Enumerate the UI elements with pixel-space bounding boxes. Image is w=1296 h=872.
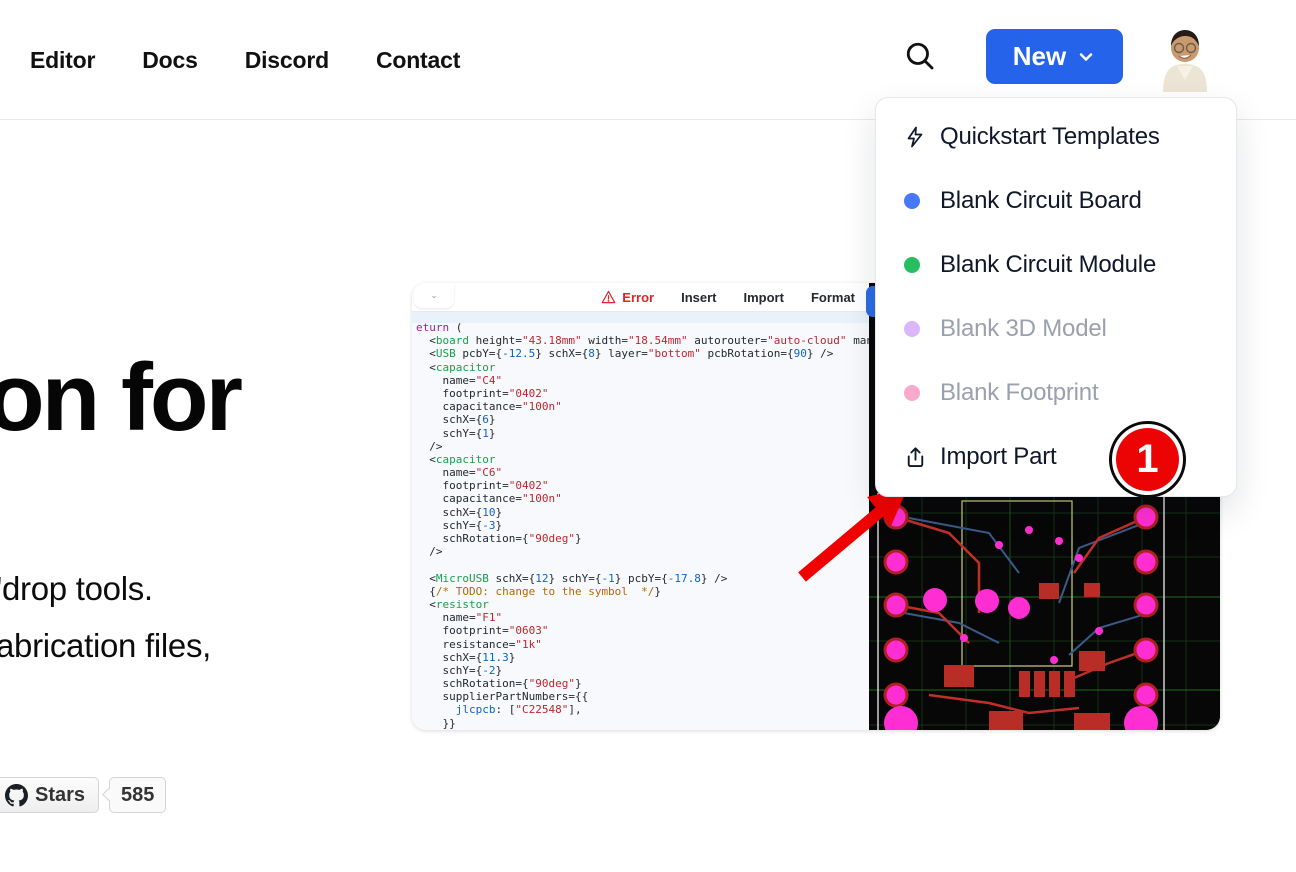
color-dot-icon (904, 257, 920, 273)
code-line: footprint="0603" (416, 624, 869, 637)
search-icon (903, 39, 937, 73)
editor-toolbar: Error Insert Import Format (412, 283, 869, 312)
insert-menu[interactable]: Insert (681, 290, 716, 305)
nav-link-contact[interactable]: Contact (376, 47, 460, 74)
code-line: {/* TODO: change to the symbol */} (416, 585, 869, 598)
code-line: schX={6} (416, 413, 869, 426)
menu-item-label: Import Part (940, 443, 1057, 471)
stars-label: Stars (35, 784, 85, 807)
chevron-down-icon (1076, 47, 1096, 67)
hero-body-line-2: abrication files, (0, 617, 211, 674)
menu-item-quickstart-templates[interactable]: Quickstart Templates (876, 105, 1236, 169)
hero-body-line-1: 'drop tools. (0, 560, 211, 617)
nav-link-discord[interactable]: Discord (245, 47, 329, 74)
code-line: jlcpcb: ["C22548"], (416, 703, 869, 716)
menu-item-blank-3d-model[interactable]: Blank 3D Model (876, 297, 1236, 361)
code-line: name="C4" (416, 374, 869, 387)
new-button[interactable]: New (986, 29, 1123, 84)
code-line: capacitance="100n" (416, 400, 869, 413)
code-line: schY={1} (416, 427, 869, 440)
hero-body-text: 'drop tools. abrication files, (0, 560, 211, 674)
code-line: /> (416, 440, 869, 453)
user-avatar[interactable] (1155, 24, 1215, 92)
avatar-photo (1155, 24, 1215, 92)
code-line: resistance="1k" (416, 638, 869, 651)
hero-heading-fragment: on for (0, 348, 240, 449)
error-indicator[interactable]: Error (601, 290, 654, 305)
nav-link-editor[interactable]: Editor (30, 47, 95, 74)
github-octocat-icon (5, 784, 28, 807)
code-line: }} (416, 717, 869, 730)
new-dropdown-menu: Quickstart Templates Blank Circuit Board B… (875, 97, 1237, 497)
color-dot-icon (904, 385, 920, 401)
annotation-badge-number: 1 (1116, 428, 1179, 491)
page: eturn ( <board height="43.18mm" width="1… (0, 0, 1296, 872)
lightning-icon (903, 125, 927, 149)
code-line: supplierPartNumbers={{ (416, 690, 869, 703)
github-stars-button[interactable]: Stars (0, 777, 99, 813)
upload-icon (903, 445, 928, 470)
menu-item-label: Blank Circuit Board (940, 187, 1142, 215)
code-line: name="F1" (416, 611, 869, 624)
color-dot-icon (904, 321, 920, 337)
menu-item-label: Blank Circuit Module (940, 251, 1156, 279)
search-button[interactable] (903, 39, 939, 75)
menu-item-blank-circuit-board[interactable]: Blank Circuit Board (876, 169, 1236, 233)
annotation-badge: 1 (1109, 421, 1186, 498)
menu-item-label: Blank Footprint (940, 379, 1098, 407)
code-line: schY={-2} (416, 664, 869, 677)
nav-links: Editor Docs Discord Contact (30, 0, 460, 120)
github-stars-widget: Stars 585 (0, 777, 166, 813)
menu-item-label: Quickstart Templates (940, 123, 1160, 151)
code-line: <USB pcbY={-12.5} schX={8} layer="bottom… (416, 347, 869, 360)
nav-link-docs[interactable]: Docs (142, 47, 197, 74)
code-line: <capacitor (416, 361, 869, 374)
menu-item-blank-footprint[interactable]: Blank Footprint (876, 361, 1236, 425)
code-line: schX={11.3} (416, 651, 869, 664)
stars-count[interactable]: 585 (109, 777, 166, 813)
format-button[interactable]: Format (811, 290, 855, 305)
import-menu[interactable]: Import (743, 290, 783, 305)
menu-item-blank-circuit-module[interactable]: Blank Circuit Module (876, 233, 1236, 297)
color-dot-icon (904, 193, 920, 209)
collapse-tab[interactable]: ⌄ (414, 283, 454, 308)
code-line: footprint="0402" (416, 387, 869, 400)
code-line: <resistor (416, 598, 869, 611)
collapse-tab-glyph: ⌄ (430, 290, 438, 301)
stars-count-wrap: 585 (109, 777, 166, 813)
menu-item-label: Blank 3D Model (940, 315, 1107, 343)
code-line: <capacitor (416, 453, 869, 466)
code-line: eturn ( (416, 321, 869, 334)
new-button-label: New (1013, 41, 1066, 72)
code-line: schRotation={"90deg"} (416, 677, 869, 690)
warning-triangle-icon (601, 290, 616, 304)
code-line: <board height="43.18mm" width="18.54mm" … (416, 334, 869, 347)
error-label: Error (622, 290, 654, 305)
